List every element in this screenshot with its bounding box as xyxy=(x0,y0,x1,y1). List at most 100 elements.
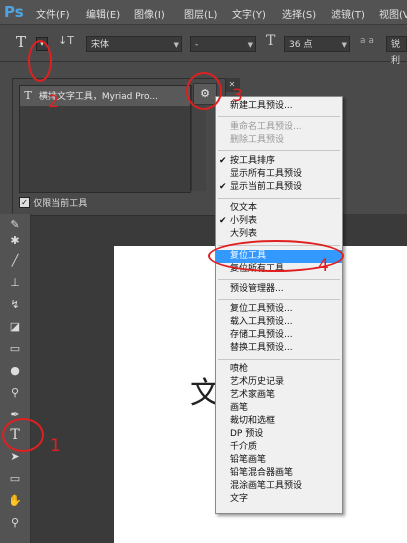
path-select-icon[interactable]: ➤ xyxy=(7,450,23,464)
menu-item-label: 文字 xyxy=(230,494,249,504)
annotation-number: 3 xyxy=(232,86,243,106)
menu-item-label: 按工具排序 xyxy=(230,156,276,166)
menu-item-text[interactable]: 文字 xyxy=(216,493,342,506)
menu-item-delete-preset[interactable]: 删除工具预设 xyxy=(216,134,342,147)
menu-item-reset-presets[interactable]: 复位工具预设... xyxy=(216,303,342,316)
menu-item-label: 替换工具预设... xyxy=(230,343,293,353)
menu-select[interactable]: 选择(S) xyxy=(282,6,316,21)
tools-panel: ✎ ✱ ╱ ⊥ ↯ ◪ ▭ ● ⚲ ✒ T ➤ ▭ ✋ ⚲ xyxy=(0,214,31,543)
menu-view[interactable]: 视图(V) xyxy=(379,6,407,21)
chevron-down-icon: ▼ xyxy=(247,41,253,49)
brush-icon[interactable]: ✎ xyxy=(7,218,23,232)
anti-alias-value: 锐利 xyxy=(391,40,401,66)
annotation-number: 1 xyxy=(50,436,61,456)
menu-separator xyxy=(218,198,340,199)
menu-separator xyxy=(218,150,340,151)
menu-item-airbrush[interactable]: 喷枪 xyxy=(216,363,342,376)
menu-item-label: 大列表 xyxy=(230,229,258,239)
menu-item-dp-presets[interactable]: DP 预设 xyxy=(216,428,342,441)
menu-filter[interactable]: 滤镜(T) xyxy=(331,6,365,21)
anti-alias-select[interactable]: 锐利 xyxy=(386,36,407,66)
menu-image[interactable]: 图像(I) xyxy=(134,6,165,21)
menu-separator xyxy=(218,359,340,360)
text-orientation-icon[interactable]: ↓T xyxy=(58,34,74,47)
blur-icon[interactable]: ● xyxy=(7,364,23,378)
menu-layer[interactable]: 图层(L) xyxy=(184,6,217,21)
menu-item-label: 铅笔混合器画笔 xyxy=(230,468,294,478)
menu-item-label: 铅笔画笔 xyxy=(230,455,267,465)
menu-item-show-current-presets[interactable]: ✔ 显示当前工具预设 xyxy=(216,181,342,194)
menu-item-pencil-brushes[interactable]: 铅笔画笔 xyxy=(216,454,342,467)
menu-item-artist-brushes[interactable]: 艺术家画笔 xyxy=(216,389,342,402)
menu-item-label: 载入工具预设... xyxy=(230,317,293,327)
app-logo: Ps xyxy=(4,3,24,21)
menu-item-save-presets[interactable]: 存储工具预设... xyxy=(216,329,342,342)
menu-separator xyxy=(218,299,340,300)
preset-list-item[interactable]: T 横排文字工具，Myriad Pro... xyxy=(20,86,190,106)
menu-item-label: 艺术家画笔 xyxy=(230,390,276,400)
menu-bar: Ps 文件(F) 编辑(E) 图像(I) 图层(L) 文字(Y) 选择(S) 滤… xyxy=(0,0,407,25)
preset-list: T 横排文字工具，Myriad Pro... xyxy=(19,85,191,193)
gradient-icon[interactable]: ▭ xyxy=(7,342,23,356)
menu-type[interactable]: 文字(Y) xyxy=(232,6,266,21)
font-family-value: 宋体 xyxy=(91,40,110,50)
font-size-select[interactable]: 36 点 ▼ xyxy=(284,36,350,52)
menu-item-label: 存储工具预设... xyxy=(230,330,293,340)
menu-item-crop-marquee[interactable]: 裁切和选框 xyxy=(216,415,342,428)
menu-item-text-only[interactable]: 仅文本 xyxy=(216,202,342,215)
menu-item-label: 混涂画笔工具预设 xyxy=(230,481,303,491)
menu-item-smudge-presets[interactable]: 混涂画笔工具预设 xyxy=(216,480,342,493)
font-size-icon: T xyxy=(266,33,276,49)
menu-item-sort-by-tool[interactable]: ✔ 按工具排序 xyxy=(216,155,342,168)
menu-item-label: 千介质 xyxy=(230,442,258,452)
menu-item-preset-manager[interactable]: 预设管理器... xyxy=(216,283,342,296)
menu-separator xyxy=(218,279,340,280)
rectangle-icon[interactable]: ▭ xyxy=(7,472,23,486)
annotation-circle-type-tool xyxy=(2,418,44,452)
font-family-select[interactable]: 宋体 ▼ xyxy=(86,36,182,52)
menu-item-brushes[interactable]: 画笔 xyxy=(216,402,342,415)
eraser-icon[interactable]: ◪ xyxy=(7,320,23,334)
menu-item-label: 显示所有工具预设 xyxy=(230,169,303,179)
current-tool-only-checkbox[interactable]: ✓ xyxy=(19,197,30,208)
paint-brush-icon[interactable]: ╱ xyxy=(7,254,23,268)
dodge-icon[interactable]: ⚲ xyxy=(7,386,23,400)
menu-item-label: 显示当前工具预设 xyxy=(230,182,303,192)
menu-item-rename-preset[interactable]: 重命名工具预设... xyxy=(216,121,342,134)
font-style-value: - xyxy=(195,40,199,50)
font-style-select[interactable]: - ▼ xyxy=(190,36,256,52)
spot-heal-icon[interactable]: ✱ xyxy=(7,234,23,248)
menu-edit[interactable]: 编辑(E) xyxy=(86,6,120,21)
zoom-icon[interactable]: ⚲ xyxy=(7,516,23,530)
hand-icon[interactable]: ✋ xyxy=(7,494,23,508)
menu-item-show-all-presets[interactable]: 显示所有工具预设 xyxy=(216,168,342,181)
menu-item-label: 重命名工具预设... xyxy=(230,122,302,132)
menu-item-pencil-mixer-brushes[interactable]: 铅笔混合器画笔 xyxy=(216,467,342,480)
menu-separator xyxy=(218,116,340,117)
menu-item-art-history[interactable]: 艺术历史记录 xyxy=(216,376,342,389)
menu-item-label: 裁切和选框 xyxy=(230,416,276,426)
type-tool-icon: T xyxy=(16,33,27,51)
options-bar: T ▾ ↓T 宋体 ▼ - ▼ T 36 点 ▼ a a 锐利 xyxy=(0,25,407,66)
anti-alias-icon: a a xyxy=(360,36,374,46)
menu-item-small-list[interactable]: ✔ 小列表 xyxy=(216,215,342,228)
menu-item-label: 喷枪 xyxy=(230,364,249,374)
current-tool-only-row[interactable]: ✓ 仅限当前工具 xyxy=(19,196,87,209)
annotation-circle-preset-picker xyxy=(28,40,52,82)
menu-item-label: 仅文本 xyxy=(230,203,258,213)
menu-item-replace-presets[interactable]: 替换工具预设... xyxy=(216,342,342,355)
checkmark-icon: ✔ xyxy=(219,216,227,226)
menu-item-label: 小列表 xyxy=(230,216,258,226)
menu-file[interactable]: 文件(F) xyxy=(36,6,70,21)
menu-item-dry-media[interactable]: 千介质 xyxy=(216,441,342,454)
chevron-down-icon: ▼ xyxy=(173,41,179,49)
clone-stamp-icon[interactable]: ⊥ xyxy=(7,276,23,290)
current-tool-only-label: 仅限当前工具 xyxy=(33,199,88,209)
history-brush-icon[interactable]: ↯ xyxy=(7,298,23,312)
annotation-number: 2 xyxy=(48,92,59,112)
checkmark-icon: ✔ xyxy=(219,156,227,166)
font-size-value: 36 点 xyxy=(289,40,313,50)
menu-item-load-presets[interactable]: 载入工具预设... xyxy=(216,316,342,329)
menu-item-label: 画笔 xyxy=(230,403,249,413)
menu-item-label: DP 预设 xyxy=(230,429,264,439)
